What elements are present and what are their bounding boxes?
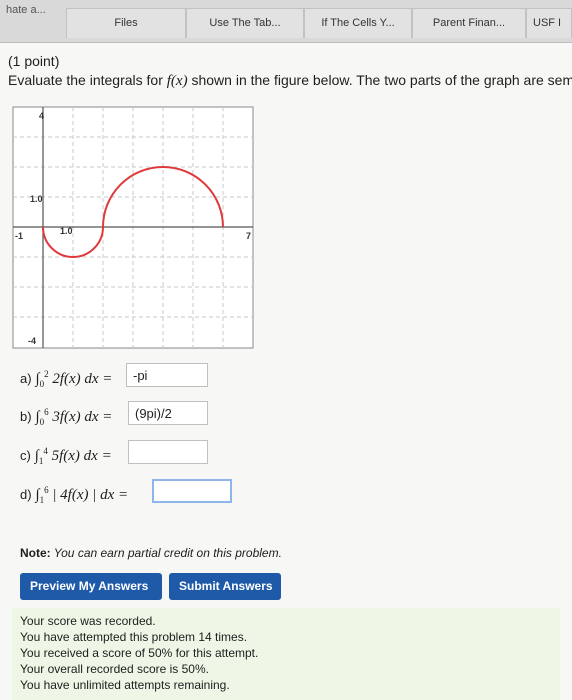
note-text: You can earn partial credit on this prob… <box>50 546 282 560</box>
tab-files[interactable]: Files <box>66 8 186 38</box>
score-feedback: Your score was recorded. You have attemp… <box>12 608 560 700</box>
lower-limit: 1 <box>38 456 44 466</box>
x-left-label: -1 <box>15 231 23 241</box>
browser-tab-bar: hate a... Files Use The Tab... If The Ce… <box>0 0 572 43</box>
lower-limit: 1 <box>39 495 45 505</box>
tab-label: Use The Tab... <box>209 17 281 29</box>
partial-credit-note: Note: You can earn partial credit on thi… <box>20 546 282 560</box>
feedback-line: You have unlimited attempts remaining. <box>20 678 230 692</box>
lower-limit: 0 <box>39 417 45 427</box>
tab-label: Files <box>114 17 138 29</box>
x-right-label: 7 <box>246 231 251 241</box>
preview-answers-button[interactable]: Preview My Answers <box>20 573 162 600</box>
answer-input-a[interactable]: -pi <box>126 363 208 387</box>
answer-input-b[interactable]: (9pi)/2 <box>128 401 208 425</box>
upper-limit: 4 <box>43 446 48 456</box>
tab-label: Parent Finan... <box>432 17 506 29</box>
integral-expression: ∫06 3f(x) dx = <box>35 407 113 427</box>
tab-use-the-tab[interactable]: Use The Tab... <box>186 8 304 38</box>
tab-parent-finan[interactable]: Parent Finan... <box>412 8 526 38</box>
submit-answers-button[interactable]: Submit Answers <box>169 573 281 600</box>
integral-expression: ∫16 | 4f(x) | dx = <box>35 485 129 505</box>
part-b: b) ∫06 3f(x) dx = <box>20 407 112 427</box>
part-label: c) <box>20 448 31 463</box>
integral-expression: ∫14 5f(x) dx = <box>34 446 112 466</box>
part-label: a) <box>20 371 32 386</box>
part-d: d) ∫16 | 4f(x) | dx = <box>20 485 128 505</box>
y-mid-label: 1.0 <box>30 194 43 204</box>
feedback-line: You received a score of 50% for this att… <box>20 646 259 660</box>
part-label: b) <box>20 409 32 424</box>
part-label: d) <box>20 487 32 502</box>
tab-hate[interactable]: hate a... <box>0 0 66 24</box>
integral-expression: ∫02 2f(x) dx = <box>35 369 113 389</box>
upper-limit: 6 <box>44 485 49 495</box>
feedback-line: Your score was recorded. <box>20 614 156 628</box>
part-c: c) ∫14 5f(x) dx = <box>20 446 112 466</box>
function-graph: 4 1.0 1.0 -1 7 -4 <box>12 106 254 349</box>
y-bottom-label: -4 <box>28 336 36 346</box>
upper-limit: 2 <box>44 369 49 379</box>
x-mid-label: 1.0 <box>60 226 73 236</box>
tab-label: hate a... <box>6 4 46 16</box>
part-a: a) ∫02 2f(x) dx = <box>20 369 112 389</box>
note-label: Note: <box>20 546 51 560</box>
tab-if-the-cells[interactable]: If The Cells Y... <box>304 8 412 38</box>
tab-label: If The Cells Y... <box>321 17 395 29</box>
answer-input-c[interactable] <box>128 440 208 464</box>
lower-limit: 0 <box>39 379 45 389</box>
tab-usf[interactable]: USF I <box>526 8 572 38</box>
integrand: 3f(x) dx = <box>52 409 113 425</box>
feedback-line: You have attempted this problem 14 times… <box>20 630 248 644</box>
integrand: | 4f(x) | dx = <box>52 487 129 503</box>
tab-label: USF I <box>533 17 562 29</box>
upper-limit: 6 <box>44 407 49 417</box>
integrand: 2f(x) dx = <box>52 371 113 387</box>
y-top-label: 4 <box>39 111 44 121</box>
answer-input-d[interactable] <box>152 479 232 503</box>
integrand: 5f(x) dx = <box>51 448 112 464</box>
problem-page: (1 point) Evaluate the integrals for f(x… <box>0 43 572 700</box>
feedback-line: Your overall recorded score is 50%. <box>20 662 209 676</box>
